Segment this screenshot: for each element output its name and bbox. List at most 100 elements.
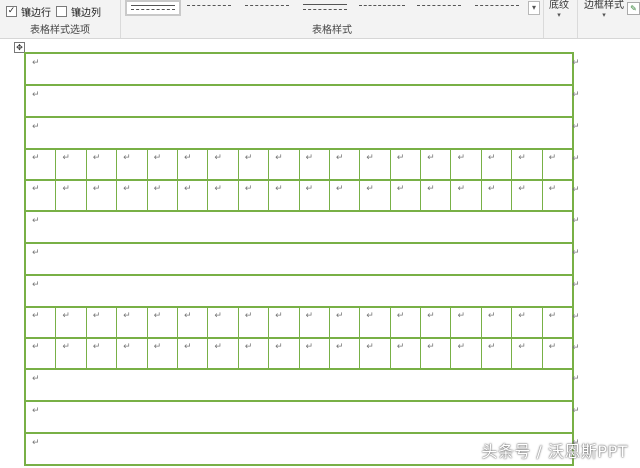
table-cell[interactable]: ↵ (300, 308, 330, 337)
table-cell[interactable]: ↵ (512, 181, 543, 210)
table-cell[interactable]: ↵ (391, 339, 422, 368)
table-cell[interactable]: ↵ (330, 308, 361, 337)
table-cell[interactable]: ↵ (300, 339, 330, 368)
table-cell[interactable]: ↵ (543, 308, 572, 337)
table-cell[interactable]: ↵ (148, 181, 178, 210)
paragraph-mark: ↵ (244, 311, 253, 321)
table-cell[interactable]: ↵ (56, 150, 87, 179)
table-cell[interactable]: ↵ (208, 150, 239, 179)
border-styles-button[interactable]: 边框样式 ▾ (584, 0, 624, 19)
gallery-more-icon[interactable]: ▾ (528, 1, 540, 15)
row-end-mark: ↵ (572, 154, 580, 164)
table-cell[interactable]: ↵ (26, 181, 57, 210)
paragraph-mark: ↵ (396, 184, 405, 194)
table-cell[interactable]: ↵ (360, 150, 391, 179)
table-cell[interactable]: ↵ (208, 339, 239, 368)
table-cell[interactable]: ↵ (421, 150, 452, 179)
table-cell[interactable]: ↵ (87, 339, 118, 368)
paragraph-mark: ↵ (427, 342, 435, 352)
table-cell[interactable]: ↵ (239, 150, 270, 179)
table-cell[interactable]: ↵ (421, 308, 452, 337)
table-cell[interactable]: ↵ (451, 150, 482, 179)
table-style-thumbnail-4[interactable] (303, 0, 347, 12)
table-style-thumbnail-7[interactable] (475, 0, 519, 12)
table-cell[interactable]: ↵ (330, 150, 361, 179)
table-cell[interactable]: ↵ (391, 150, 422, 179)
table-cell[interactable]: ↵ (56, 339, 87, 368)
table-cell[interactable]: ↵ (269, 150, 300, 179)
table-cell[interactable]: ↵ (451, 308, 482, 337)
table-style-thumbnail-5[interactable] (359, 0, 405, 12)
checkbox-checked-icon: ✓ (6, 6, 17, 17)
table-cell[interactable]: ↵ (87, 181, 118, 210)
table-cell[interactable]: ↵ (300, 181, 330, 210)
table-cell[interactable]: ↵ (391, 308, 422, 337)
table-cell[interactable]: ↵ (148, 308, 178, 337)
shading-button[interactable]: 底纹 ▾ (549, 0, 569, 19)
table-cell[interactable]: ↵ (482, 308, 513, 337)
table-cell[interactable]: ↵ (117, 181, 148, 210)
paragraph-mark: ↵ (305, 311, 314, 321)
table-cell[interactable]: ↵ (117, 308, 148, 337)
table-cell[interactable]: ↵ (56, 308, 87, 337)
table-cell[interactable]: ↵ (330, 181, 361, 210)
table-style-thumbnail-6[interactable] (417, 0, 461, 12)
table-cell[interactable]: ↵ (148, 339, 178, 368)
table-cell[interactable]: ↵ (208, 181, 239, 210)
table-cell[interactable]: ↵ (543, 181, 572, 210)
table-cell[interactable]: ↵ (87, 308, 118, 337)
paragraph-mark: ↵ (183, 184, 192, 194)
table-cell[interactable]: ↵ (269, 181, 300, 210)
table-cell[interactable]: ↵ (512, 150, 543, 179)
table-cell[interactable]: ↵ (117, 150, 148, 179)
table-cell[interactable]: ↵ (239, 181, 270, 210)
table-cell[interactable]: ↵ (239, 339, 270, 368)
table-cell[interactable]: ↵ (269, 339, 300, 368)
paragraph-mark: ↵ (335, 342, 344, 352)
pen-icon[interactable]: ✎ (627, 2, 640, 15)
table-cell[interactable]: ↵ (451, 339, 482, 368)
table-cell[interactable]: ↵ (360, 339, 391, 368)
table-cell[interactable]: ↵ (26, 150, 57, 179)
table-cell[interactable]: ↵ (87, 150, 118, 179)
banded-columns-checkbox[interactable]: 镶边列 (56, 4, 101, 19)
table-row: ↵ (26, 402, 572, 434)
table-cell[interactable]: ↵ (543, 339, 572, 368)
table-cell[interactable]: ↵ (117, 339, 148, 368)
table-cell[interactable]: ↵ (360, 308, 391, 337)
table-cell[interactable]: ↵ (543, 150, 572, 179)
paragraph-mark: ↵ (275, 342, 283, 352)
table-cell[interactable]: ↵ (330, 339, 361, 368)
table-style-thumbnail-3[interactable] (245, 0, 289, 12)
table-cell[interactable]: ↵ (512, 339, 543, 368)
paragraph-mark: ↵ (457, 311, 466, 321)
table-cell[interactable]: ↵ (300, 150, 330, 179)
banded-rows-checkbox[interactable]: ✓ 镶边行 (6, 4, 51, 19)
table-cell[interactable]: ↵ (421, 181, 452, 210)
table-cell[interactable]: ↵ (451, 181, 482, 210)
table-style-thumbnail-1[interactable] (125, 0, 181, 16)
table-cell[interactable]: ↵ (482, 339, 513, 368)
table-cell[interactable]: ↵ (239, 308, 270, 337)
table-cell[interactable]: ↵ (482, 181, 513, 210)
table-cell[interactable]: ↵ (178, 308, 209, 337)
table-cell[interactable]: ↵ (421, 339, 452, 368)
table-cell[interactable]: ↵ (391, 181, 422, 210)
paragraph-mark: ↵ (183, 153, 192, 163)
table-cell[interactable]: ↵ (360, 181, 391, 210)
table-cell[interactable]: ↵ (269, 308, 300, 337)
table-cell[interactable]: ↵ (26, 339, 57, 368)
table-cell[interactable]: ↵ (482, 150, 513, 179)
table-cell[interactable]: ↵ (26, 308, 57, 337)
table-cell[interactable]: ↵ (512, 308, 543, 337)
paragraph-mark: ↵ (457, 153, 466, 163)
row-end-mark: ↵ (572, 312, 580, 322)
table-style-thumbnail-2[interactable] (187, 0, 231, 12)
table-cell[interactable]: ↵ (56, 181, 87, 210)
table-cell[interactable]: ↵ (178, 339, 209, 368)
table-cell[interactable]: ↵ (178, 150, 209, 179)
table-cell[interactable]: ↵ (178, 181, 209, 210)
paragraph-mark: ↵ (153, 153, 162, 163)
table-cell[interactable]: ↵ (148, 150, 178, 179)
table-cell[interactable]: ↵ (208, 308, 239, 337)
